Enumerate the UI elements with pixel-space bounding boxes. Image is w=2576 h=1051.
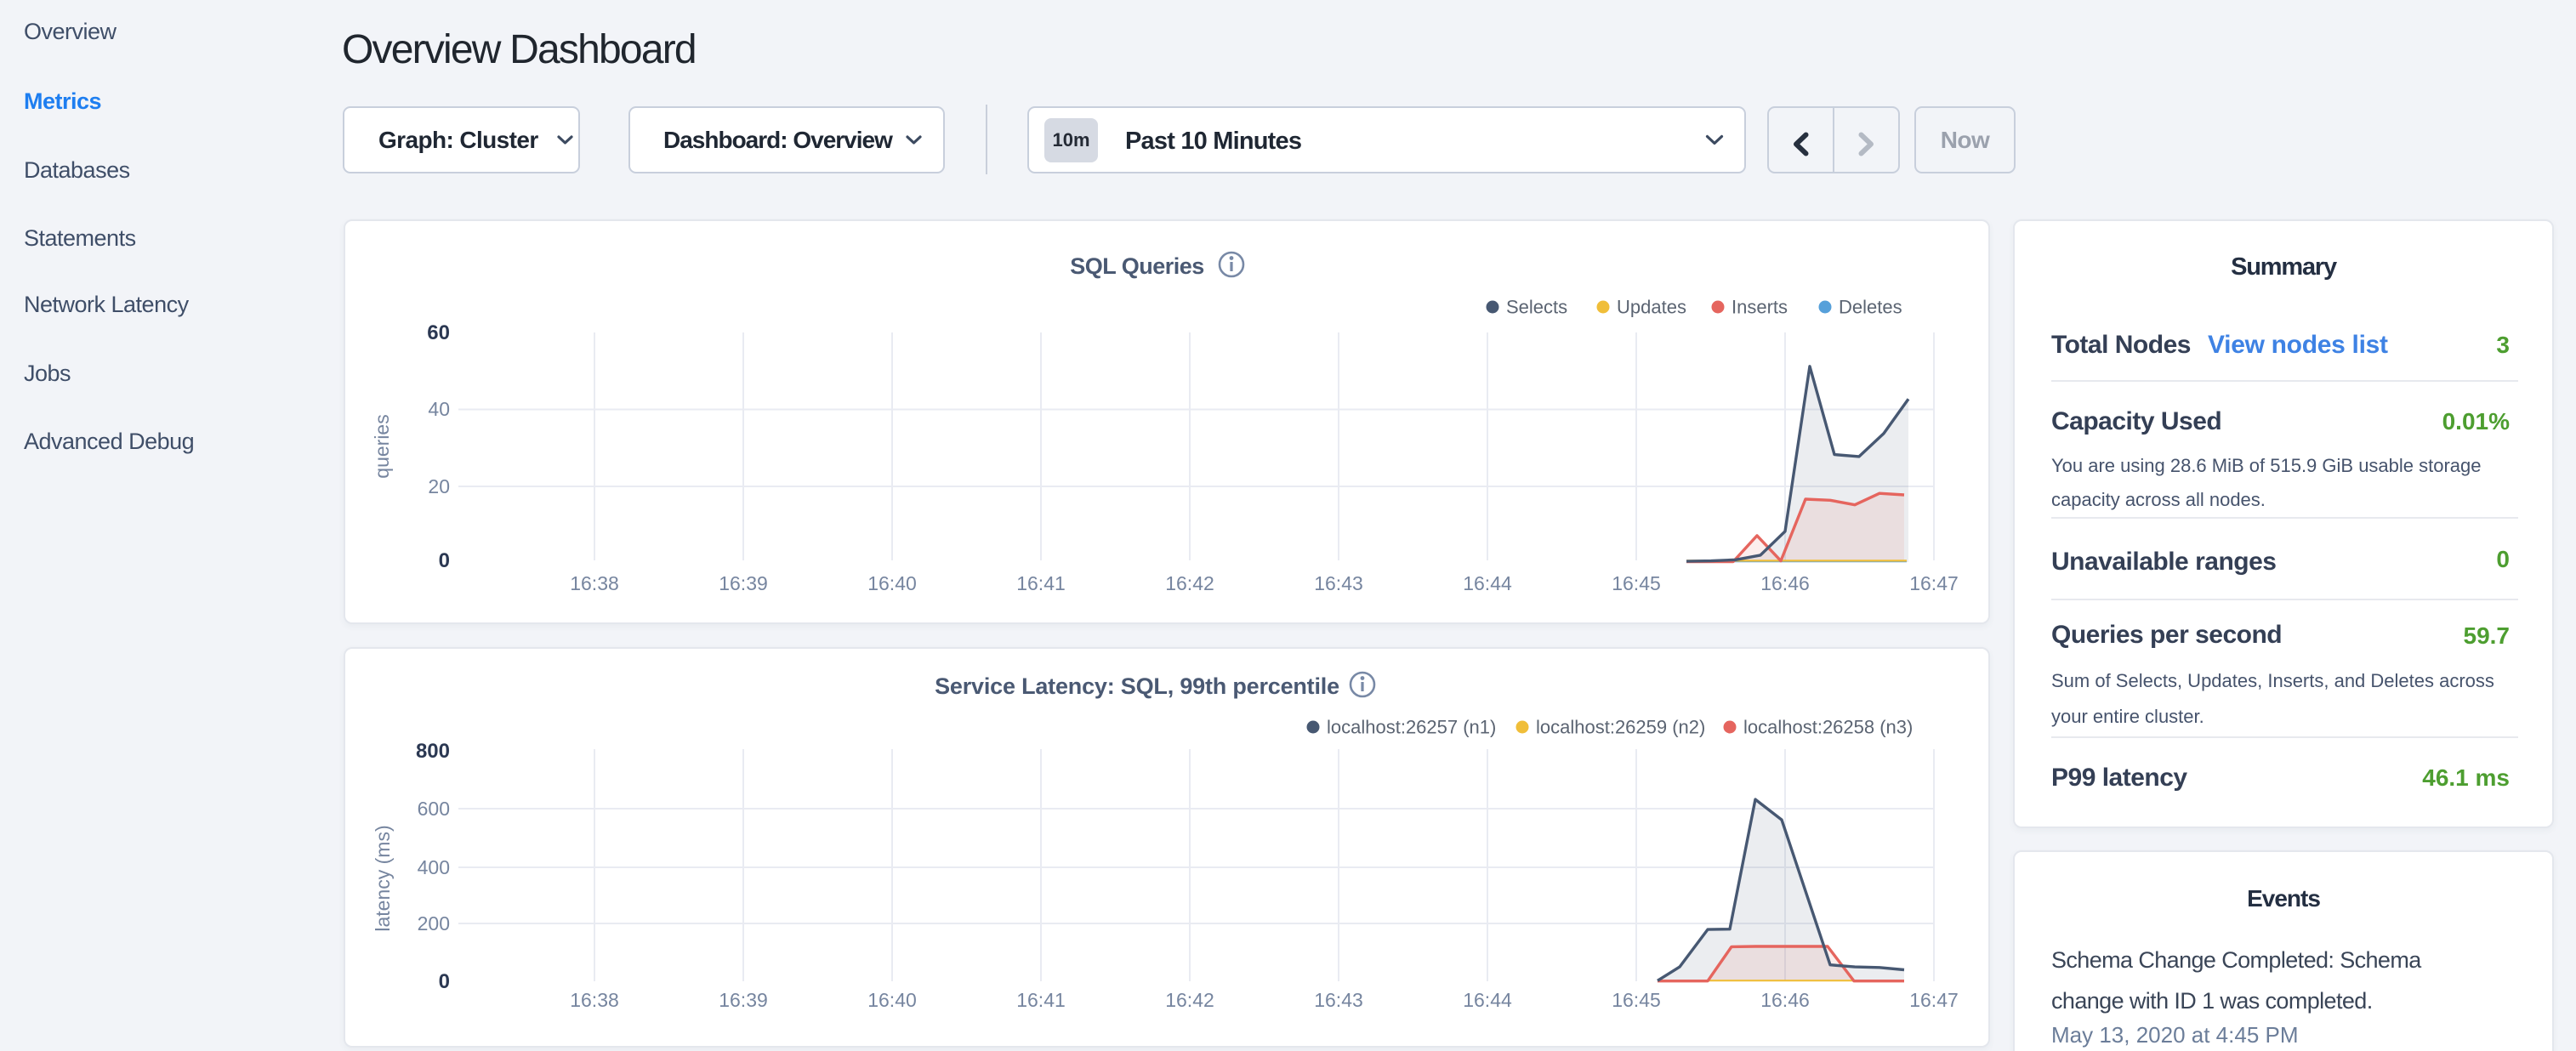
svg-text:16:42: 16:42 bbox=[1165, 572, 1214, 594]
svg-text:400: 400 bbox=[418, 856, 450, 878]
svg-text:16:46: 16:46 bbox=[1760, 572, 1810, 594]
svg-text:16:38: 16:38 bbox=[570, 572, 619, 594]
svg-text:SQL Queries: SQL Queries bbox=[1070, 253, 1204, 279]
svg-text:16:45: 16:45 bbox=[1612, 989, 1661, 1011]
svg-text:16:47: 16:47 bbox=[1909, 989, 1959, 1011]
svg-text:16:44: 16:44 bbox=[1463, 572, 1512, 594]
svg-text:16:41: 16:41 bbox=[1016, 989, 1066, 1011]
svg-text:16:39: 16:39 bbox=[719, 572, 768, 594]
svg-text:16:47: 16:47 bbox=[1909, 572, 1959, 594]
svg-text:16:43: 16:43 bbox=[1314, 989, 1363, 1011]
svg-text:16:42: 16:42 bbox=[1165, 989, 1214, 1011]
svg-text:16:45: 16:45 bbox=[1612, 572, 1661, 594]
svg-text:16:39: 16:39 bbox=[719, 989, 768, 1011]
svg-text:Selects: Selects bbox=[1506, 297, 1567, 318]
svg-text:Deletes: Deletes bbox=[1839, 297, 1902, 318]
svg-text:Updates: Updates bbox=[1617, 297, 1686, 318]
svg-text:600: 600 bbox=[418, 798, 450, 820]
svg-text:16:38: 16:38 bbox=[570, 989, 619, 1011]
svg-text:queries: queries bbox=[371, 414, 393, 478]
svg-text:16:44: 16:44 bbox=[1463, 989, 1512, 1011]
svg-text:16:46: 16:46 bbox=[1760, 989, 1810, 1011]
svg-text:Inserts: Inserts bbox=[1732, 297, 1788, 318]
svg-text:16:41: 16:41 bbox=[1016, 572, 1066, 594]
svg-text:16:40: 16:40 bbox=[867, 572, 917, 594]
svg-text:40: 40 bbox=[428, 398, 450, 420]
svg-text:localhost:26258 (n3): localhost:26258 (n3) bbox=[1743, 717, 1913, 738]
svg-text:localhost:26257 (n1): localhost:26257 (n1) bbox=[1327, 717, 1496, 738]
svg-text:16:40: 16:40 bbox=[867, 989, 917, 1011]
svg-text:0: 0 bbox=[439, 970, 450, 993]
svg-text:60: 60 bbox=[427, 321, 450, 344]
svg-text:800: 800 bbox=[416, 740, 450, 763]
svg-text:20: 20 bbox=[428, 475, 450, 497]
svg-text:Service Latency: SQL, 99th per: Service Latency: SQL, 99th percentile bbox=[935, 673, 1339, 699]
svg-text:16:43: 16:43 bbox=[1314, 572, 1363, 594]
svg-text:0: 0 bbox=[439, 549, 450, 572]
svg-text:latency (ms): latency (ms) bbox=[372, 825, 394, 931]
svg-text:200: 200 bbox=[418, 912, 450, 935]
svg-text:localhost:26259 (n2): localhost:26259 (n2) bbox=[1536, 717, 1705, 738]
